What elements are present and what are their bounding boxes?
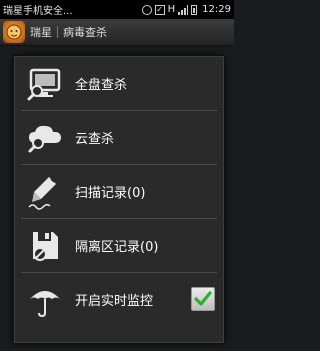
umbrella-icon: [25, 281, 65, 319]
signal-icon: [178, 4, 189, 15]
menu-item-label: 云查杀: [75, 132, 115, 147]
title-app-name: 瑞星: [30, 26, 52, 39]
title-divider: [57, 26, 58, 38]
network-type-label: H: [167, 3, 176, 15]
virus-scan-menu: 全盘查杀 云查杀 扫描记录(0) 隔离区记录(0) 开启实时监控: [14, 56, 224, 343]
rising-lion-logo-icon: [3, 21, 25, 43]
title-bar: 瑞星 病毒查杀: [0, 19, 234, 46]
menu-item-full-scan[interactable]: 全盘查杀: [15, 57, 223, 110]
status-bar: 瑞星手机安全... ✓ H 12:29: [0, 0, 234, 19]
realtime-monitor-checkbox[interactable]: [191, 287, 215, 311]
disk-blocked-icon: [25, 227, 65, 265]
pen-icon: [25, 173, 65, 211]
menu-item-cloud-scan[interactable]: 云查杀: [15, 111, 223, 164]
status-time: 12:29: [202, 4, 231, 15]
menu-item-label: 开启实时监控: [75, 294, 154, 309]
page-title: 病毒查杀: [63, 26, 107, 39]
menu-item-label: 全盘查杀: [75, 78, 128, 93]
notification-icon: [141, 4, 152, 15]
menu-item-scan-records[interactable]: 扫描记录(0): [15, 165, 223, 218]
menu-item-label: 隔离区记录(0): [75, 240, 159, 255]
menu-item-label: 扫描记录(0): [75, 186, 146, 201]
check-notification-icon: ✓: [154, 4, 165, 15]
status-app-name: 瑞星手机安全...: [3, 6, 73, 17]
status-icons: ✓ H 12:29: [141, 3, 231, 15]
menu-item-quarantine-records[interactable]: 隔离区记录(0): [15, 219, 223, 272]
monitor-search-icon: [25, 65, 65, 103]
checkmark-icon: [194, 291, 212, 306]
menu-item-realtime-monitor[interactable]: 开启实时监控: [15, 273, 223, 326]
cloud-search-icon: [25, 119, 65, 157]
battery-icon: [191, 4, 198, 15]
